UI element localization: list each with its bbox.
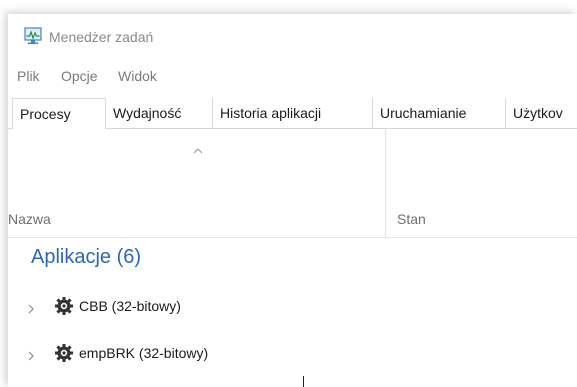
group-title-applications: Aplikacje (6) [31, 246, 142, 268]
chevron-right-icon[interactable] [27, 301, 35, 314]
column-name-header[interactable]: Nazwa [8, 211, 51, 227]
window-title: Menedżer zadań [49, 29, 154, 45]
process-row[interactable]: empBRK (32-bitowy) [8, 338, 577, 368]
text-cursor [303, 376, 304, 387]
title-bar[interactable]: Menedżer zadań [8, 14, 577, 58]
gear-app-icon [54, 296, 74, 316]
tab-historia-aplikacji[interactable]: Historia aplikacji [213, 98, 373, 128]
menu-plik[interactable]: Plik [17, 68, 40, 84]
task-manager-app-icon [23, 27, 43, 45]
gear-app-icon [54, 343, 74, 363]
menu-opcje[interactable]: Opcje [61, 68, 98, 84]
tab-wydajnosc[interactable]: Wydajność [106, 98, 213, 128]
sort-ascending-icon[interactable] [193, 141, 203, 154]
tab-uruchamianie[interactable]: Uruchamianie [373, 98, 506, 128]
tab-procesy[interactable]: Procesy [12, 98, 106, 129]
process-name: empBRK (32-bitowy) [79, 345, 209, 361]
menu-widok[interactable]: Widok [118, 68, 157, 84]
task-manager-window: Menedżer zadań Plik Opcje Widok Procesy … [8, 14, 577, 387]
menu-bar: Plik Opcje Widok [8, 58, 577, 94]
tab-uzytkownicy[interactable]: Użytkov [506, 98, 577, 128]
process-row[interactable]: CBB (32-bitowy) [8, 291, 577, 321]
column-divider[interactable] [385, 129, 386, 237]
column-header: Nazwa Stan [8, 129, 577, 238]
chevron-right-icon[interactable] [27, 348, 35, 361]
tab-bar: Procesy Wydajność Historia aplikacji Uru… [8, 98, 577, 129]
process-name: CBB (32-bitowy) [79, 298, 181, 314]
column-status-header[interactable]: Stan [397, 211, 426, 227]
